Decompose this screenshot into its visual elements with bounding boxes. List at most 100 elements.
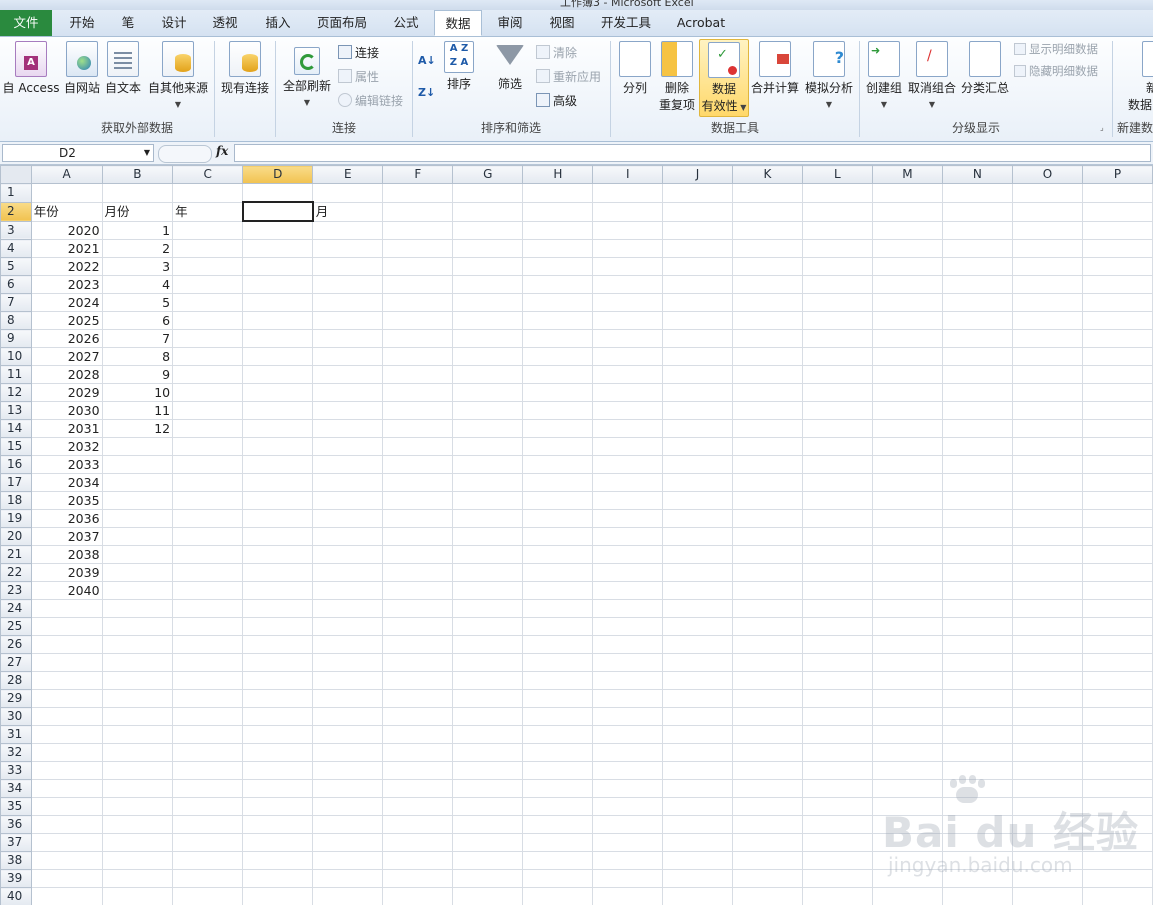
cell-i11[interactable] <box>592 365 664 384</box>
cell-e23[interactable] <box>312 581 384 600</box>
cell-o2[interactable] <box>1011 201 1083 222</box>
cell-j35[interactable] <box>662 797 733 816</box>
cell-a25[interactable] <box>30 617 103 636</box>
cell-g20[interactable] <box>452 527 524 546</box>
cell-f1[interactable] <box>382 183 454 203</box>
cell-b20[interactable] <box>101 527 174 546</box>
cell-d13[interactable] <box>242 401 314 420</box>
cell-b16[interactable] <box>101 455 174 474</box>
cell-c19[interactable] <box>172 509 244 528</box>
cell-o27[interactable] <box>1011 653 1083 672</box>
cell-c38[interactable] <box>172 851 244 870</box>
cell-n26[interactable] <box>941 635 1013 654</box>
cell-l2[interactable] <box>801 201 873 222</box>
cell-f32[interactable] <box>382 743 454 762</box>
column-header-o[interactable]: O <box>1011 165 1083 184</box>
cell-o36[interactable] <box>1011 815 1083 834</box>
cell-j14[interactable] <box>662 419 733 438</box>
cell-l40[interactable] <box>801 887 873 905</box>
cell-f7[interactable] <box>382 293 454 312</box>
cell-e18[interactable] <box>312 491 384 510</box>
cell-n18[interactable] <box>941 491 1013 510</box>
cell-o37[interactable] <box>1011 833 1083 852</box>
cell-o20[interactable] <box>1011 527 1083 546</box>
cell-j12[interactable] <box>662 383 733 402</box>
cell-p35[interactable] <box>1081 797 1153 816</box>
cell-d32[interactable] <box>242 743 314 762</box>
column-header-b[interactable]: B <box>101 165 174 184</box>
cell-h15[interactable] <box>522 437 594 456</box>
cell-e26[interactable] <box>312 635 384 654</box>
cell-i21[interactable] <box>592 545 664 564</box>
row-header[interactable]: 29 <box>0 689 32 708</box>
cell-l18[interactable] <box>801 491 873 510</box>
cell-l37[interactable] <box>801 833 873 852</box>
row-header[interactable]: 25 <box>0 617 32 636</box>
sort-button[interactable]: A ZZ A 排序 <box>440 39 478 92</box>
cell-k16[interactable] <box>731 455 803 474</box>
column-header-e[interactable]: E <box>312 165 384 184</box>
cell-a14[interactable]: 2031 <box>30 419 103 438</box>
cell-l23[interactable] <box>801 581 873 600</box>
cell-m38[interactable] <box>871 851 943 870</box>
cell-h27[interactable] <box>522 653 594 672</box>
cell-k35[interactable] <box>731 797 803 816</box>
cell-a18[interactable]: 2035 <box>30 491 103 510</box>
cell-a9[interactable]: 2026 <box>30 329 103 348</box>
cell-g30[interactable] <box>452 707 524 726</box>
cell-b9[interactable]: 7 <box>101 329 174 348</box>
cell-l7[interactable] <box>801 293 873 312</box>
cell-m20[interactable] <box>871 527 943 546</box>
cell-j26[interactable] <box>662 635 733 654</box>
cell-n3[interactable] <box>941 220 1013 240</box>
cell-f28[interactable] <box>382 671 454 690</box>
cell-m13[interactable] <box>871 401 943 420</box>
cell-c10[interactable] <box>172 347 244 366</box>
cell-d7[interactable] <box>242 293 314 312</box>
cell-l4[interactable] <box>801 239 873 258</box>
cell-m11[interactable] <box>871 365 943 384</box>
cell-a37[interactable] <box>30 833 103 852</box>
cell-n5[interactable] <box>941 257 1013 276</box>
cell-j28[interactable] <box>662 671 733 690</box>
cell-g26[interactable] <box>452 635 524 654</box>
cell-p24[interactable] <box>1081 599 1153 618</box>
cell-e10[interactable] <box>312 347 384 366</box>
cell-k39[interactable] <box>731 869 803 888</box>
cell-c11[interactable] <box>172 365 244 384</box>
cell-m7[interactable] <box>871 293 943 312</box>
cell-b21[interactable] <box>101 545 174 564</box>
cell-p36[interactable] <box>1081 815 1153 834</box>
cell-k6[interactable] <box>731 275 803 294</box>
new-data-button[interactable]: 新数据 <box>1122 39 1153 113</box>
cell-j21[interactable] <box>662 545 733 564</box>
cell-f26[interactable] <box>382 635 454 654</box>
cell-m25[interactable] <box>871 617 943 636</box>
cell-o21[interactable] <box>1011 545 1083 564</box>
cell-k13[interactable] <box>731 401 803 420</box>
cell-l20[interactable] <box>801 527 873 546</box>
cell-n9[interactable] <box>941 329 1013 348</box>
cell-l19[interactable] <box>801 509 873 528</box>
row-header[interactable]: 18 <box>0 491 32 510</box>
cell-b6[interactable]: 4 <box>101 275 174 294</box>
cell-b17[interactable] <box>101 473 174 492</box>
cell-b32[interactable] <box>101 743 174 762</box>
cell-i34[interactable] <box>592 779 664 798</box>
cell-c14[interactable] <box>172 419 244 438</box>
cell-c5[interactable] <box>172 257 244 276</box>
cell-c31[interactable] <box>172 725 244 744</box>
cell-n37[interactable] <box>941 833 1013 852</box>
cell-j22[interactable] <box>662 563 733 582</box>
cell-p19[interactable] <box>1081 509 1153 528</box>
cell-o3[interactable] <box>1011 220 1083 240</box>
name-box-dropdown-icon[interactable]: ▼ <box>144 145 150 161</box>
cell-b39[interactable] <box>101 869 174 888</box>
cell-i6[interactable] <box>592 275 664 294</box>
cell-i36[interactable] <box>592 815 664 834</box>
cell-a39[interactable] <box>30 869 103 888</box>
cell-f9[interactable] <box>382 329 454 348</box>
row-header[interactable]: 12 <box>0 383 32 402</box>
cell-n38[interactable] <box>941 851 1013 870</box>
row-header[interactable]: 15 <box>0 437 32 456</box>
